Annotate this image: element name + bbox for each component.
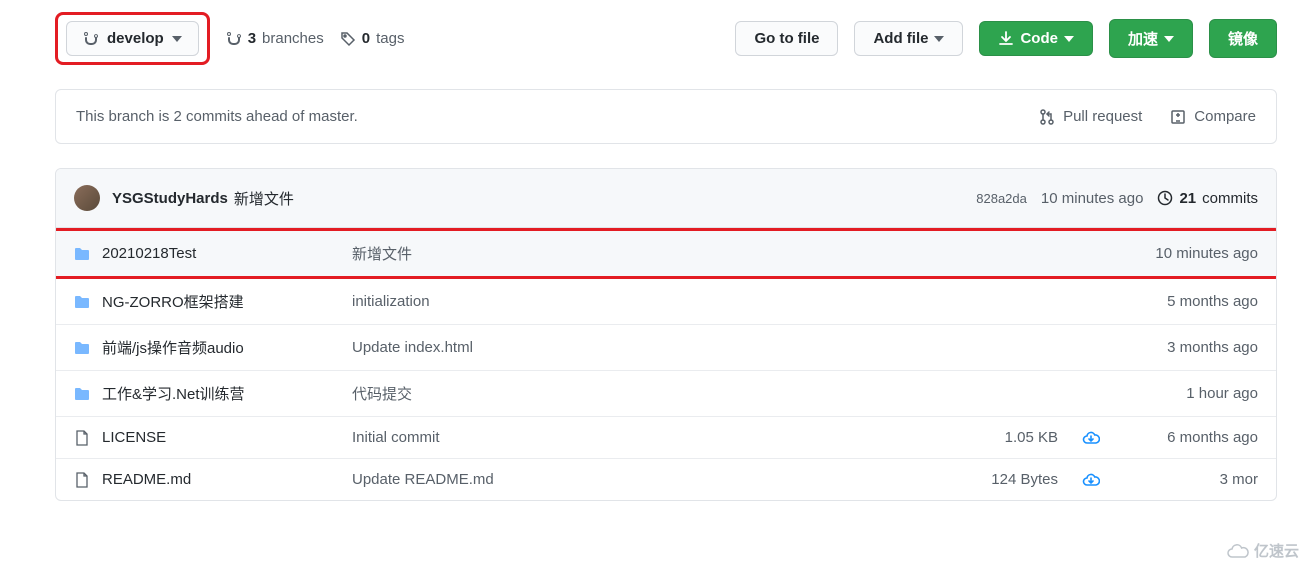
file-name[interactable]: 20210218Test: [102, 245, 196, 262]
folder-icon: [74, 386, 102, 402]
go-to-file-button[interactable]: Go to file: [735, 21, 838, 56]
file-row[interactable]: 工作&学习.Net训练营 代码提交 1 hour ago: [56, 371, 1276, 417]
caret-down-icon: [172, 36, 182, 42]
file-commit-message[interactable]: 代码提交: [352, 383, 982, 404]
commit-author[interactable]: YSGStudyHards: [112, 190, 228, 207]
download-cloud-icon[interactable]: [1082, 473, 1118, 487]
file-time: 3 months ago: [1118, 339, 1258, 356]
caret-down-icon: [934, 36, 944, 42]
file-icon: [74, 472, 102, 488]
compare-link[interactable]: Compare: [1170, 108, 1256, 125]
file-row[interactable]: README.md Update README.md124 Bytes 3 mor: [56, 459, 1276, 500]
file-time: 5 months ago: [1118, 293, 1258, 310]
tags-label: tags: [376, 30, 404, 47]
highlighted-row-box: 20210218Test 新增文件 10 minutes ago: [55, 228, 1277, 279]
file-commit-message[interactable]: Initial commit: [352, 429, 982, 446]
file-commit-message[interactable]: initialization: [352, 293, 982, 310]
branches-count: 3: [248, 30, 256, 47]
pull-request-link[interactable]: Pull request: [1039, 108, 1142, 125]
folder-icon: [74, 294, 102, 310]
git-branch-icon: [226, 31, 242, 47]
file-name[interactable]: 工作&学习.Net训练营: [102, 386, 245, 403]
file-name[interactable]: 前端/js操作音频audio: [102, 340, 244, 357]
caret-down-icon: [1164, 36, 1174, 42]
file-commit-message[interactable]: Update index.html: [352, 339, 982, 356]
tag-icon: [340, 31, 356, 47]
commit-time[interactable]: 10 minutes ago: [1041, 190, 1144, 207]
file-commit-message[interactable]: 新增文件: [352, 243, 982, 264]
history-icon: [1157, 190, 1173, 206]
branch-select-highlight: develop: [55, 12, 210, 65]
file-row[interactable]: NG-ZORRO框架搭建 initialization 5 months ago: [56, 279, 1276, 325]
branch-comparison-notice: This branch is 2 commits ahead of master…: [55, 89, 1277, 144]
watermark: 亿速云: [1226, 540, 1299, 561]
add-file-button[interactable]: Add file: [854, 21, 963, 56]
caret-down-icon: [1064, 36, 1074, 42]
diff-icon: [1170, 109, 1186, 125]
avatar[interactable]: [74, 185, 100, 211]
file-listing: YSGStudyHards 新增文件 828a2da 10 minutes ag…: [55, 168, 1277, 501]
mirror-button[interactable]: 镜像: [1209, 19, 1277, 58]
download-cloud-icon[interactable]: [1082, 431, 1118, 445]
file-size: 1.05 KB: [982, 429, 1082, 446]
branch-label: develop: [107, 30, 164, 47]
folder-icon: [74, 340, 102, 356]
tags-link[interactable]: 0 tags: [340, 30, 405, 47]
tags-count: 0: [362, 30, 370, 47]
branches-link[interactable]: 3 branches: [226, 30, 324, 47]
file-time: 10 minutes ago: [1118, 245, 1258, 262]
file-size: 124 Bytes: [982, 471, 1082, 488]
accelerate-button[interactable]: 加速: [1109, 19, 1193, 58]
git-pull-request-icon: [1039, 109, 1055, 125]
file-row[interactable]: LICENSE Initial commit1.05 KB 6 months ago: [56, 417, 1276, 459]
file-time: 3 mor: [1118, 471, 1258, 488]
code-button[interactable]: Code: [979, 21, 1093, 56]
file-time: 6 months ago: [1118, 429, 1258, 446]
file-icon: [74, 430, 102, 446]
file-name[interactable]: LICENSE: [102, 429, 166, 446]
file-name[interactable]: NG-ZORRO框架搭建: [102, 294, 244, 311]
toolbar: develop 3 branches 0 tags Go to file: [55, 12, 1277, 65]
latest-commit-header: YSGStudyHards 新增文件 828a2da 10 minutes ag…: [56, 169, 1276, 228]
file-time: 1 hour ago: [1118, 385, 1258, 402]
commit-sha[interactable]: 828a2da: [976, 191, 1027, 206]
file-row[interactable]: 20210218Test 新增文件 10 minutes ago: [56, 231, 1276, 276]
commits-link[interactable]: 21 commits: [1157, 190, 1258, 207]
file-row[interactable]: 前端/js操作音频audio Update index.html 3 months …: [56, 325, 1276, 371]
commit-message[interactable]: 新增文件: [234, 188, 294, 209]
download-icon: [998, 31, 1014, 47]
branches-label: branches: [262, 30, 324, 47]
file-commit-message[interactable]: Update README.md: [352, 471, 982, 488]
folder-icon: [74, 246, 102, 262]
cloud-icon: [1226, 543, 1250, 559]
notice-text: This branch is 2 commits ahead of master…: [76, 108, 358, 125]
branch-select-button[interactable]: develop: [66, 21, 199, 56]
git-branch-icon: [83, 31, 99, 47]
file-name[interactable]: README.md: [102, 471, 191, 488]
